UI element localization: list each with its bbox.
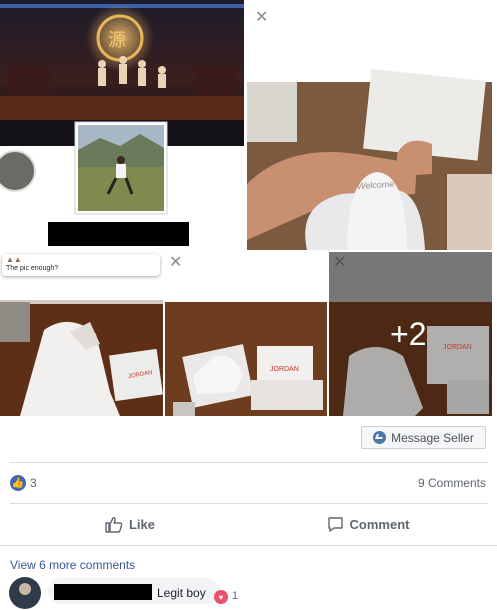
photo-more-count[interactable]: ✕ +2 JORDAN bbox=[329, 252, 492, 416]
close-icon[interactable]: ✕ bbox=[169, 254, 182, 270]
close-icon[interactable]: ✕ bbox=[255, 9, 268, 25]
close-icon[interactable]: ✕ bbox=[333, 254, 346, 270]
redacted-name bbox=[48, 222, 189, 246]
divider bbox=[10, 503, 488, 504]
view-more-comments-link[interactable]: View 6 more comments bbox=[10, 558, 135, 572]
photo-sneaker-box-1[interactable]: The pic enough? ▲▲ JORDAN bbox=[0, 252, 163, 416]
comment-bubble-icon bbox=[327, 516, 343, 532]
box-brand-label-3: JORDAN bbox=[443, 344, 472, 351]
comment-label: Comment bbox=[349, 516, 410, 532]
sticker-caption: The pic enough? bbox=[6, 265, 59, 272]
box-brand-label-2: JORDAN bbox=[270, 366, 299, 373]
stage-sign-text: 源 bbox=[108, 30, 126, 51]
divider bbox=[0, 545, 497, 546]
heart-reaction-icon: ♥ bbox=[214, 590, 228, 604]
like-button[interactable]: Like bbox=[90, 512, 170, 536]
sticker-figures-icon: ▲▲ bbox=[6, 255, 22, 264]
photo-hand-holding-sneaker[interactable]: ✕ Welcome bbox=[247, 4, 492, 250]
more-photos-count: +2 bbox=[390, 316, 427, 352]
sneaker-box-photo-2 bbox=[165, 302, 327, 416]
reactions-count: 3 bbox=[30, 476, 37, 490]
sneaker-hand-photo bbox=[247, 68, 492, 250]
thumbs-up-icon bbox=[105, 516, 123, 533]
message-seller-label: Message Seller bbox=[391, 430, 474, 445]
redacted-commenter-name bbox=[54, 584, 152, 600]
sneaker-box-photo-1 bbox=[0, 300, 163, 416]
reactions-summary[interactable]: 👍 3 bbox=[10, 475, 37, 491]
comment-item: Legit boy ♥ 1 bbox=[8, 576, 497, 609]
comment-button[interactable]: Comment bbox=[318, 512, 418, 536]
photo-sneaker-box-2[interactable]: ✕ JORDAN bbox=[165, 252, 327, 416]
comment-text: Legit boy bbox=[157, 586, 206, 600]
like-label: Like bbox=[128, 516, 155, 532]
like-reaction-icon: 👍 bbox=[10, 475, 26, 491]
avatar[interactable] bbox=[8, 576, 42, 610]
comment-sticker: The pic enough? ▲▲ bbox=[2, 254, 160, 276]
message-seller-button[interactable]: Message Seller bbox=[361, 426, 486, 449]
messenger-icon bbox=[373, 431, 387, 444]
photo-profile-collage[interactable]: 源 bbox=[0, 0, 244, 248]
divider bbox=[10, 462, 488, 463]
comments-count[interactable]: 9 Comments bbox=[418, 476, 486, 490]
comment-reaction-count: 1 bbox=[232, 590, 239, 602]
